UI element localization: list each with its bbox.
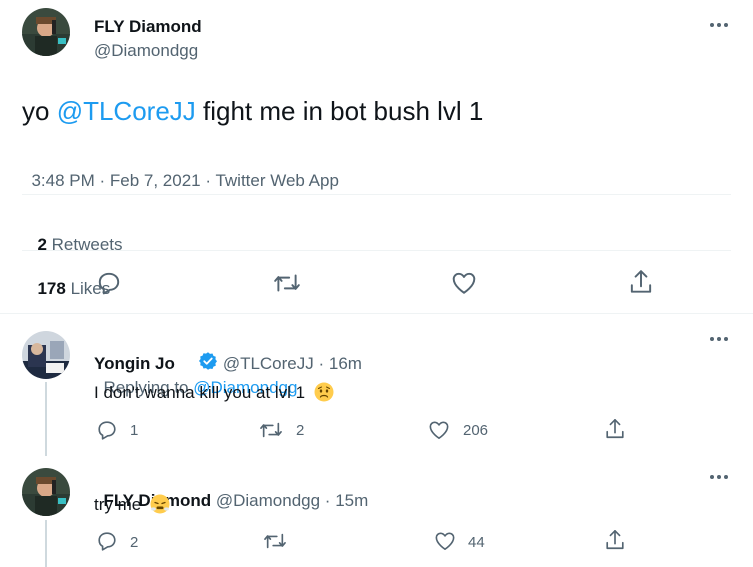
reply-author-handle[interactable]: @Diamondgg bbox=[216, 491, 320, 510]
author-handle[interactable]: @Diamondgg bbox=[94, 40, 198, 62]
reply-count: 1 bbox=[130, 422, 139, 439]
reply-count: 2 bbox=[130, 534, 139, 551]
thread-line bbox=[45, 382, 47, 456]
more-options-icon[interactable] bbox=[707, 472, 731, 482]
reply-text-content: I don't wanna kill you at lvl 1 bbox=[94, 383, 306, 402]
more-options-icon[interactable] bbox=[707, 20, 731, 30]
tweet-text: yo @TLCoreJJ fight me in bot bush lvl 1 bbox=[22, 94, 483, 128]
reply-time[interactable]: 16m bbox=[329, 353, 362, 375]
avatar-image bbox=[22, 8, 70, 56]
reply-icon[interactable] bbox=[96, 270, 122, 296]
reply-text: try me bbox=[94, 494, 170, 520]
like-count: 44 bbox=[468, 534, 485, 551]
like-count: 206 bbox=[463, 422, 489, 439]
retweet-icon[interactable] bbox=[263, 530, 287, 552]
share-icon[interactable] bbox=[604, 417, 626, 441]
divider bbox=[0, 313, 753, 314]
tweet-meta: 3:48 PM · Feb 7, 2021 · Twitter Web App bbox=[22, 148, 338, 192]
divider bbox=[22, 194, 731, 195]
reply-icon[interactable] bbox=[96, 530, 118, 552]
retweets-count: 2 bbox=[37, 235, 47, 254]
retweets-label: Retweets bbox=[51, 235, 123, 254]
thread-line bbox=[45, 520, 47, 567]
share-icon[interactable] bbox=[628, 268, 654, 296]
divider bbox=[22, 250, 731, 251]
like-icon[interactable] bbox=[451, 271, 477, 295]
tweet-time[interactable]: 3:48 PM bbox=[31, 171, 94, 190]
mention-link[interactable]: @TLCoreJJ bbox=[57, 96, 196, 126]
share-icon[interactable] bbox=[604, 528, 626, 552]
avatar-image bbox=[22, 468, 70, 516]
avatar-image bbox=[22, 331, 70, 379]
meta-separator: · bbox=[200, 171, 216, 190]
reply-text: I don't wanna kill you at lvl 1 bbox=[94, 382, 334, 408]
tweet-source[interactable]: Twitter Web App bbox=[215, 171, 338, 190]
retweet-icon[interactable] bbox=[259, 419, 283, 441]
avatar-yongin-jo[interactable] bbox=[22, 331, 70, 379]
tweet-text-prefix: yo bbox=[22, 96, 57, 126]
retweet-icon[interactable] bbox=[273, 270, 301, 296]
author-name[interactable]: FLY Diamond bbox=[94, 16, 202, 38]
dot-separator: · bbox=[313, 354, 329, 373]
like-icon[interactable] bbox=[434, 531, 456, 551]
retweet-count: 2 bbox=[296, 422, 305, 439]
dot-separator: · bbox=[320, 491, 336, 510]
meta-separator: · bbox=[94, 171, 110, 190]
face-with-steam-emoji bbox=[150, 494, 170, 520]
reply-time[interactable]: 15m bbox=[335, 491, 368, 510]
like-icon[interactable] bbox=[428, 420, 450, 440]
worried-face-emoji bbox=[314, 382, 334, 408]
avatar-fly-diamond[interactable] bbox=[22, 8, 70, 56]
likes-count: 178 bbox=[37, 279, 66, 298]
more-options-icon[interactable] bbox=[707, 334, 731, 344]
tweet-text-suffix: fight me in bot bush lvl 1 bbox=[195, 96, 484, 126]
avatar-fly-diamond[interactable] bbox=[22, 468, 70, 516]
reply-icon[interactable] bbox=[96, 419, 118, 441]
tweet-date[interactable]: Feb 7, 2021 bbox=[110, 171, 201, 190]
retweets-stat[interactable]: 2 Retweets bbox=[37, 235, 122, 254]
reply-text-content: try me bbox=[94, 495, 142, 514]
